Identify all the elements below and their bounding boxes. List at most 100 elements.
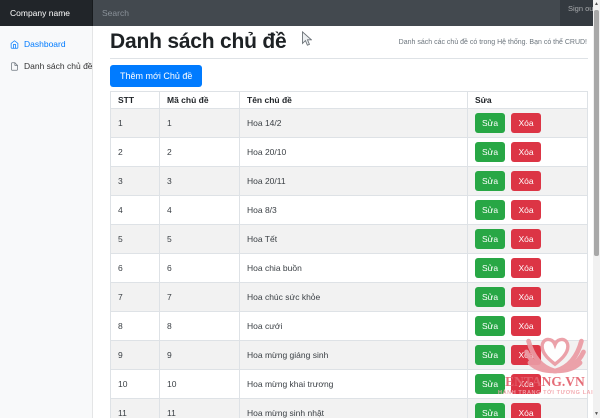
cell-ten-chu-de: Hoa Tết — [240, 225, 468, 254]
header-stt: STT — [111, 92, 160, 109]
cell-stt: 10 — [111, 370, 160, 399]
cell-ma-chu-de: 6 — [160, 254, 240, 283]
topics-table: STT Mã chủ đề Tên chủ đề Sửa 1 1 Hoa 14/… — [110, 91, 588, 418]
cell-stt: 4 — [111, 196, 160, 225]
table-row: 2 2 Hoa 20/10 Sửa Xóa — [111, 138, 588, 167]
sidebar-item-label: Dashboard — [24, 39, 66, 49]
cell-ma-chu-de: 10 — [160, 370, 240, 399]
cell-ten-chu-de: Hoa 14/2 — [240, 109, 468, 138]
home-icon — [10, 40, 19, 49]
edit-button[interactable]: Sửa — [475, 258, 505, 278]
table-row: 11 11 Hoa mừng sinh nhật Sửa Xóa — [111, 399, 588, 418]
main-content: Danh sách chủ đề Danh sách các chủ đề có… — [93, 26, 593, 418]
cell-stt: 8 — [111, 312, 160, 341]
cell-ten-chu-de: Hoa 8/3 — [240, 196, 468, 225]
cell-stt: 3 — [111, 167, 160, 196]
search-container — [93, 0, 560, 26]
table-row: 5 5 Hoa Tết Sửa Xóa — [111, 225, 588, 254]
delete-button[interactable]: Xóa — [511, 142, 540, 162]
edit-button[interactable]: Sửa — [475, 345, 505, 365]
cell-ten-chu-de: Hoa chúc sức khỏe — [240, 283, 468, 312]
page-header: Danh sách chủ đề Danh sách các chủ đề có… — [110, 30, 588, 59]
edit-button[interactable]: Sửa — [475, 142, 505, 162]
delete-button[interactable]: Xóa — [511, 374, 540, 394]
cell-stt: 1 — [111, 109, 160, 138]
cell-ten-chu-de: Hoa mừng sinh nhật — [240, 399, 468, 418]
cell-stt: 2 — [111, 138, 160, 167]
cell-stt: 11 — [111, 399, 160, 418]
cell-actions: Sửa Xóa — [468, 370, 588, 399]
header-ten-chu-de: Tên chủ đề — [240, 92, 468, 109]
edit-button[interactable]: Sửa — [475, 316, 505, 336]
sidebar-item-label: Danh sách chủ đề — [24, 61, 93, 71]
cell-actions: Sửa Xóa — [468, 254, 588, 283]
cell-ma-chu-de: 11 — [160, 399, 240, 418]
edit-button[interactable]: Sửa — [475, 374, 505, 394]
table-row: 7 7 Hoa chúc sức khỏe Sửa Xóa — [111, 283, 588, 312]
delete-button[interactable]: Xóa — [511, 345, 540, 365]
table-row: 6 6 Hoa chia buồn Sửa Xóa — [111, 254, 588, 283]
top-navbar: Company name Sign out — [0, 0, 600, 26]
cell-ten-chu-de: Hoa mừng khai trương — [240, 370, 468, 399]
cell-ma-chu-de: 7 — [160, 283, 240, 312]
delete-button[interactable]: Xóa — [511, 258, 540, 278]
table-row: 8 8 Hoa cưới Sửa Xóa — [111, 312, 588, 341]
brand-link[interactable]: Company name — [0, 0, 93, 26]
cell-actions: Sửa Xóa — [468, 196, 588, 225]
cell-actions: Sửa Xóa — [468, 225, 588, 254]
table-row: 1 1 Hoa 14/2 Sửa Xóa — [111, 109, 588, 138]
cell-actions: Sửa Xóa — [468, 109, 588, 138]
cell-ma-chu-de: 2 — [160, 138, 240, 167]
edit-button[interactable]: Sửa — [475, 171, 505, 191]
table-body: 1 1 Hoa 14/2 Sửa Xóa 2 2 Hoa 20/10 Sửa X… — [111, 109, 588, 418]
scrollbar[interactable]: ▲ ▼ — [593, 0, 600, 418]
edit-button[interactable]: Sửa — [475, 113, 505, 133]
header-sua: Sửa — [468, 92, 588, 109]
edit-button[interactable]: Sửa — [475, 403, 505, 418]
delete-button[interactable]: Xóa — [511, 171, 540, 191]
cell-ten-chu-de: Hoa cưới — [240, 312, 468, 341]
edit-button[interactable]: Sửa — [475, 200, 505, 220]
delete-button[interactable]: Xóa — [511, 113, 540, 133]
cell-ma-chu-de: 5 — [160, 225, 240, 254]
cell-ma-chu-de: 1 — [160, 109, 240, 138]
table-row: 9 9 Hoa mừng giáng sinh Sửa Xóa — [111, 341, 588, 370]
cell-ten-chu-de: Hoa 20/10 — [240, 138, 468, 167]
sidebar: Dashboard Danh sách chủ đề — [0, 26, 93, 418]
search-input[interactable] — [93, 0, 560, 26]
table-header-row: STT Mã chủ đề Tên chủ đề Sửa — [111, 92, 588, 109]
edit-button[interactable]: Sửa — [475, 229, 505, 249]
cell-ma-chu-de: 8 — [160, 312, 240, 341]
cell-ma-chu-de: 4 — [160, 196, 240, 225]
cell-ten-chu-de: Hoa 20/11 — [240, 167, 468, 196]
cell-actions: Sửa Xóa — [468, 341, 588, 370]
cell-stt: 6 — [111, 254, 160, 283]
cell-actions: Sửa Xóa — [468, 167, 588, 196]
table-row: 4 4 Hoa 8/3 Sửa Xóa — [111, 196, 588, 225]
delete-button[interactable]: Xóa — [511, 229, 540, 249]
cell-ten-chu-de: Hoa mừng giáng sinh — [240, 341, 468, 370]
cell-actions: Sửa Xóa — [468, 399, 588, 418]
sidebar-item-danh-sach-chu-de[interactable]: Danh sách chủ đề — [0, 55, 93, 77]
delete-button[interactable]: Xóa — [511, 316, 540, 336]
add-topic-button[interactable]: Thêm mới Chủ đề — [110, 65, 202, 87]
cell-stt: 7 — [111, 283, 160, 312]
delete-button[interactable]: Xóa — [511, 200, 540, 220]
cell-ten-chu-de: Hoa chia buồn — [240, 254, 468, 283]
cell-actions: Sửa Xóa — [468, 138, 588, 167]
table-row: 10 10 Hoa mừng khai trương Sửa Xóa — [111, 370, 588, 399]
cell-stt: 9 — [111, 341, 160, 370]
scrollbar-thumb[interactable] — [594, 10, 599, 256]
scrollbar-down-arrow[interactable]: ▼ — [593, 410, 600, 418]
file-icon — [10, 62, 19, 71]
cell-stt: 5 — [111, 225, 160, 254]
page-title: Danh sách chủ đề — [110, 30, 287, 54]
delete-button[interactable]: Xóa — [511, 287, 540, 307]
sidebar-item-dashboard[interactable]: Dashboard — [0, 33, 93, 55]
header-ma-chu-de: Mã chủ đề — [160, 92, 240, 109]
edit-button[interactable]: Sửa — [475, 287, 505, 307]
scrollbar-up-arrow[interactable]: ▲ — [593, 0, 600, 8]
delete-button[interactable]: Xóa — [511, 403, 540, 418]
cell-ma-chu-de: 9 — [160, 341, 240, 370]
table-row: 3 3 Hoa 20/11 Sửa Xóa — [111, 167, 588, 196]
